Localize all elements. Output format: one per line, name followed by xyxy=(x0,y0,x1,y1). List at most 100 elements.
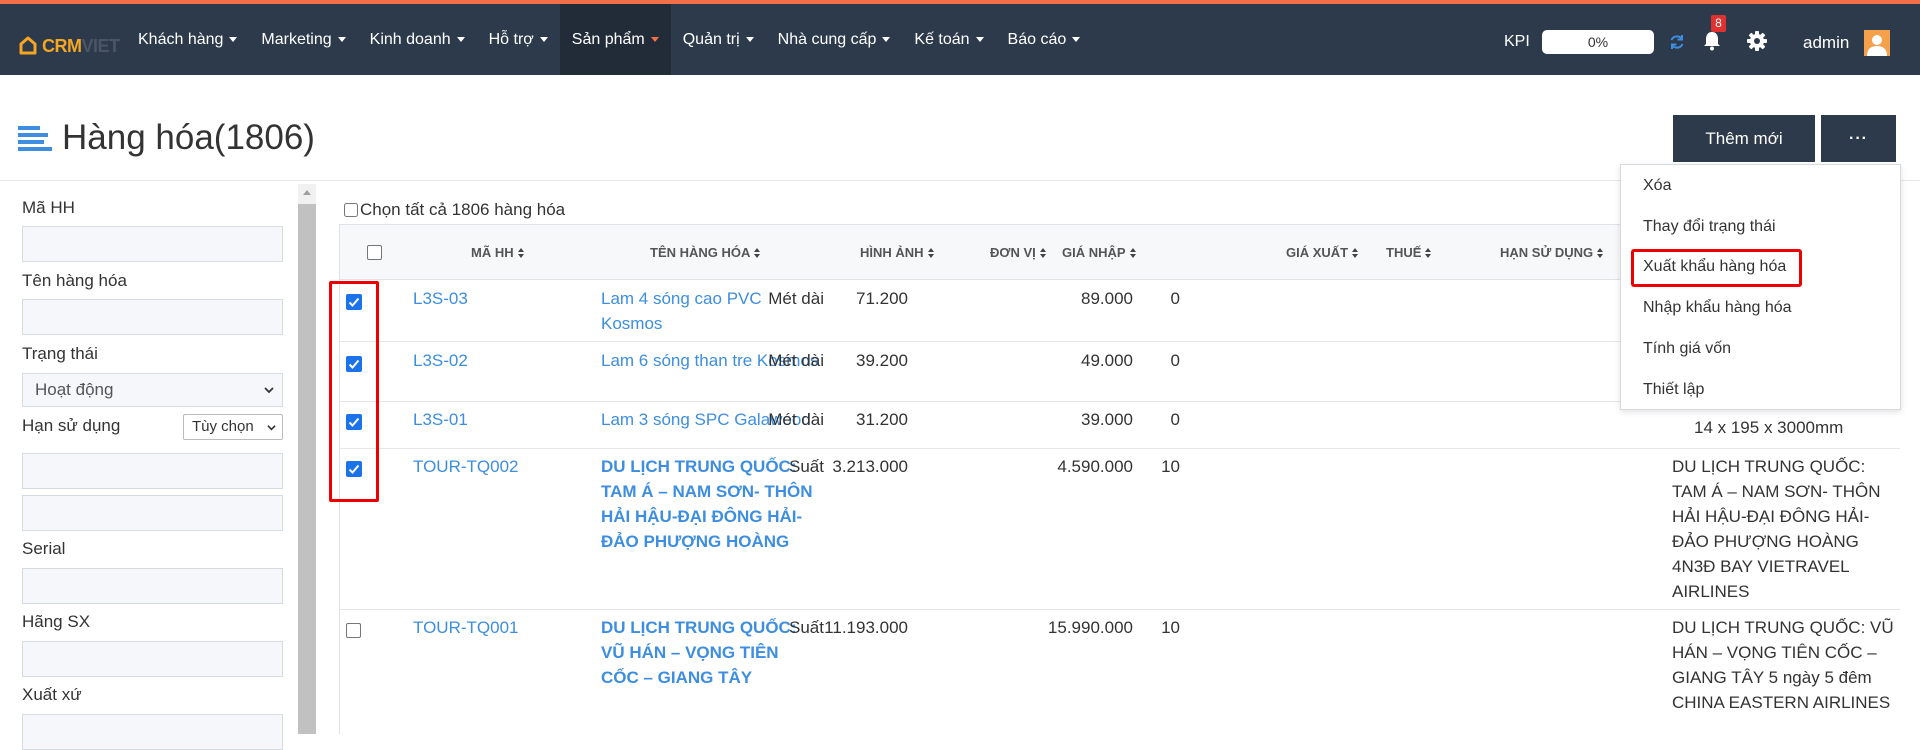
nav-item-san-pham[interactable]: Sản phẩm xyxy=(559,4,671,75)
product-code-link[interactable]: TOUR-TQ001 xyxy=(413,615,519,640)
select-all-toggle[interactable]: Chọn tất cả 1806 hàng hóa xyxy=(344,200,565,220)
user-name[interactable]: admin xyxy=(1803,33,1849,53)
code-filter-input[interactable] xyxy=(22,226,283,262)
serial-filter-label: Serial xyxy=(22,539,66,558)
page-title: Hàng hóa(1806) xyxy=(62,118,315,157)
product-price-in: 11.193.000 xyxy=(824,618,908,637)
nav-label: Kế toán xyxy=(914,30,970,48)
nav-item-khach-hang[interactable]: Khách hàng xyxy=(126,4,249,75)
product-price-out: 4.590.000 xyxy=(1057,457,1133,476)
nav-item-quan-tri[interactable]: Quản trị xyxy=(671,4,766,75)
product-price-out: 39.000 xyxy=(1081,410,1133,429)
code-filter-label: Mã HH xyxy=(22,198,75,217)
top-navbar: CRMVIET Khách hàng Marketing Kinh doanh … xyxy=(0,0,1920,75)
list-icon xyxy=(18,126,52,151)
filter-scrollbar-thumb[interactable] xyxy=(298,204,316,734)
page-header: Hàng hóa(1806) xyxy=(18,118,315,158)
sort-icon xyxy=(1425,248,1432,258)
product-description: DU LỊCH TRUNG QUỐC: TAM Á – NAM SƠN- THÔ… xyxy=(1672,457,1881,601)
gear-icon[interactable] xyxy=(1746,30,1768,52)
product-unit: Mét dài xyxy=(768,351,824,370)
menu-item-import-products[interactable]: Nhập khẩu hàng hóa xyxy=(1643,299,1792,317)
logo-text-crm: CRM xyxy=(42,35,82,56)
origin-filter-label: Xuất xứ xyxy=(22,685,82,704)
sort-icon xyxy=(927,248,934,258)
manufacturer-filter-input[interactable] xyxy=(22,641,283,677)
column-header-price-out[interactable]: GIÁ XUẤT xyxy=(1286,245,1359,260)
nav-item-ho-tro[interactable]: Hỗ trợ xyxy=(477,4,560,75)
column-header-image[interactable]: HÌNH ẢNH xyxy=(860,245,934,260)
column-header-label: HÌNH ẢNH xyxy=(860,245,924,260)
product-name-link[interactable]: DU LỊCH TRUNG QUỐC: TAM Á – NAM SƠN- THÔ… xyxy=(601,454,821,554)
row-checkbox[interactable] xyxy=(346,623,361,638)
expiry-from-input[interactable] xyxy=(22,453,283,489)
product-tax: 0 xyxy=(1170,410,1180,429)
sort-icon xyxy=(1597,248,1604,258)
expiry-filter-label: Hạn sử dụng xyxy=(22,416,121,435)
product-description: 14 x 195 x 3000mm xyxy=(1694,418,1844,437)
chevron-down-icon xyxy=(264,387,274,394)
product-price-in: 31.200 xyxy=(856,410,908,429)
column-header-unit[interactable]: ĐƠN VỊ xyxy=(990,245,1046,260)
header-checkbox[interactable] xyxy=(367,245,382,260)
column-header-name[interactable]: TÊN HÀNG HÓA xyxy=(650,245,761,260)
logo-house-icon xyxy=(19,36,37,55)
bell-icon[interactable] xyxy=(1700,29,1724,53)
crmviet-logo[interactable]: CRMVIET xyxy=(18,34,120,58)
product-price-in: 3.213.000 xyxy=(832,457,908,476)
table-row[interactable]: TOUR-TQ001 DU LỊCH TRUNG QUỐC: VŨ HÁN – … xyxy=(340,610,1900,734)
menu-item-delete[interactable]: Xóa xyxy=(1643,177,1671,195)
menu-item-settings[interactable]: Thiết lập xyxy=(1643,381,1704,399)
nav-item-ke-toan[interactable]: Kế toán xyxy=(902,4,995,75)
menu-item-cost-calculation[interactable]: Tính giá vốn xyxy=(1643,340,1731,358)
add-new-button[interactable]: Thêm mới xyxy=(1673,115,1815,162)
name-filter-input[interactable] xyxy=(22,299,283,335)
status-filter-label: Trạng thái xyxy=(22,344,98,363)
menu-item-change-status[interactable]: Thay đổi trạng thái xyxy=(1643,218,1776,236)
expiry-to-input[interactable] xyxy=(22,495,283,531)
product-code-link[interactable]: L3S-03 xyxy=(413,286,468,311)
nav-item-marketing[interactable]: Marketing xyxy=(249,4,357,75)
sort-icon xyxy=(1129,248,1136,258)
notification-badge: 8 xyxy=(1711,15,1726,32)
expiry-option-select[interactable]: Tùy chọn xyxy=(183,414,283,440)
nav-item-bao-cao[interactable]: Báo cáo xyxy=(996,4,1093,75)
column-header-label: THUẾ xyxy=(1386,245,1422,260)
origin-filter-input[interactable] xyxy=(22,714,283,750)
avatar[interactable] xyxy=(1864,30,1890,56)
column-header-label: HẠN SỬ DỤNG xyxy=(1500,245,1594,260)
column-header-price-in[interactable]: GIÁ NHẬP xyxy=(1062,245,1136,260)
product-code-link[interactable]: L3S-02 xyxy=(413,348,468,373)
status-filter-select[interactable]: Hoạt động xyxy=(22,373,283,407)
nav-label: Nhà cung cấp xyxy=(777,30,877,48)
sort-icon xyxy=(1352,248,1359,258)
refresh-icon[interactable] xyxy=(1668,33,1686,51)
nav-label: Kinh doanh xyxy=(369,30,451,48)
serial-filter-input[interactable] xyxy=(22,568,283,604)
expiry-option-value: Tùy chọn xyxy=(192,418,254,435)
table-row[interactable]: TOUR-TQ002 DU LỊCH TRUNG QUỐC: TAM Á – N… xyxy=(340,449,1900,610)
highlight-box-selected-rows xyxy=(329,281,379,502)
product-tax: 0 xyxy=(1170,289,1180,308)
nav-item-kinh-doanh[interactable]: Kinh doanh xyxy=(358,4,477,75)
chevron-down-icon xyxy=(456,37,465,42)
column-header-expiry[interactable]: HẠN SỬ DỤNG xyxy=(1500,245,1604,260)
product-price-out: 89.000 xyxy=(1081,289,1133,308)
chevron-down-icon xyxy=(1072,37,1081,42)
nav-label: Hỗ trợ xyxy=(488,30,534,48)
more-actions-button[interactable]: ··· xyxy=(1821,115,1896,162)
column-header-tax[interactable]: THUẾ xyxy=(1386,245,1432,260)
column-header-code[interactable]: MÃ HH xyxy=(471,245,524,260)
scroll-up-arrow-icon[interactable] xyxy=(303,190,311,195)
select-all-checkbox[interactable] xyxy=(344,203,358,217)
product-code-link[interactable]: L3S-01 xyxy=(413,407,468,432)
nav-item-nha-cung-cap[interactable]: Nhà cung cấp xyxy=(766,4,903,75)
product-code-link[interactable]: TOUR-TQ002 xyxy=(413,454,519,479)
column-header-label: MÃ HH xyxy=(471,245,514,260)
product-name-link[interactable]: DU LỊCH TRUNG QUỐC: VŨ HÁN – VỌNG TIÊN C… xyxy=(601,615,821,690)
nav-label: Khách hàng xyxy=(138,30,224,48)
chevron-down-icon xyxy=(229,37,238,42)
product-tax: 0 xyxy=(1170,351,1180,370)
nav-label: Báo cáo xyxy=(1007,30,1067,48)
nav-label: Quản trị xyxy=(682,30,740,48)
